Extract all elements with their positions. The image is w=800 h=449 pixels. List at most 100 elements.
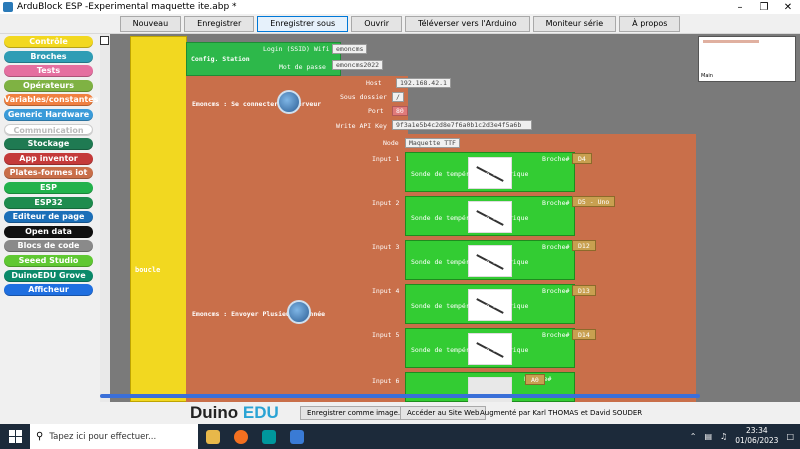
arduino-icon[interactable] xyxy=(262,430,276,444)
serial-monitor-button[interactable]: Moniteur série xyxy=(532,15,617,32)
ssid-label: Login (SSID) Wifi xyxy=(263,45,330,53)
input-3-label: Input 3 xyxy=(372,243,400,251)
apikey-label: Write API Key xyxy=(336,122,387,130)
start-button[interactable] xyxy=(0,424,30,449)
pin-value-5[interactable]: D14 xyxy=(572,329,596,340)
palette-category[interactable]: Plates-formes iot xyxy=(4,167,93,180)
pin-value-6[interactable]: A0 xyxy=(525,374,545,385)
subdir-value[interactable]: / xyxy=(392,92,404,102)
password-value[interactable]: emoncms2022 xyxy=(332,60,384,70)
port-value[interactable]: 80 xyxy=(392,106,408,116)
pin-value-1[interactable]: D4 xyxy=(572,153,592,164)
apikey-value[interactable]: 9f3a1e5b4c2d8e7f6a0b1c2d3e4f5a6b xyxy=(392,120,532,130)
firefox-icon[interactable] xyxy=(234,430,248,444)
notifications-icon[interactable]: □ xyxy=(786,432,794,441)
loop-block[interactable]: boucle xyxy=(130,36,187,402)
horizontal-scrollbar[interactable] xyxy=(100,394,700,398)
palette-category[interactable]: Opérateurs xyxy=(4,79,93,92)
system-tray: ⌃ ▤ ♫ 23:34 01/06/2023 □ xyxy=(690,426,794,446)
search-placeholder: Tapez ici pour effectuer... xyxy=(49,431,157,442)
input-6-label: Input 6 xyxy=(372,377,400,385)
input-1-label: Input 1 xyxy=(372,155,400,163)
taskbar-search[interactable]: ⚲ Tapez ici pour effectuer... xyxy=(30,424,198,449)
palette-category[interactable]: Variables/constantes xyxy=(4,94,98,107)
open-button[interactable]: Ouvrir xyxy=(351,15,403,32)
save-as-image-button[interactable]: Enregistrer comme image... xyxy=(300,406,412,420)
pin-label: Broche# xyxy=(542,243,570,251)
palette-category[interactable]: App inventor xyxy=(4,152,93,165)
minimap-viewport xyxy=(703,40,759,43)
new-button[interactable]: Nouveau xyxy=(119,15,182,32)
pin-label: Broche# xyxy=(542,287,570,295)
maximize-button[interactable]: ❐ xyxy=(752,0,776,14)
palette-category[interactable]: Generic Hardware xyxy=(4,109,93,121)
network-icon[interactable]: ▤ xyxy=(704,432,712,441)
temperature-sensor-block-4[interactable]: Sonde de température numérique Broche# xyxy=(405,284,575,324)
sensor-label: Sonde de température numérique xyxy=(411,302,529,310)
input-5-label: Input 5 xyxy=(372,331,400,339)
palette-category[interactable]: Seeed Studio Grove xyxy=(4,255,93,277)
pin-label: Broche# xyxy=(542,199,570,207)
main-toolbar: Nouveau Enregistrer Enregistrer sous Ouv… xyxy=(0,14,800,34)
pin-value-3[interactable]: D12 xyxy=(572,240,596,251)
file-explorer-icon[interactable] xyxy=(206,430,220,444)
temperature-sensor-block-2[interactable]: Sonde de température numérique Broche# xyxy=(405,196,575,236)
palette-category[interactable]: Open data xyxy=(4,225,93,238)
workspace-canvas[interactable]: boucle Config. Station Login (SSID) Wifi… xyxy=(100,34,800,402)
palette-category[interactable]: Editeur de page web xyxy=(4,211,93,233)
emoncms-gauge-icon xyxy=(277,90,301,114)
palette-category[interactable]: Broches xyxy=(4,50,93,63)
website-button[interactable]: Accéder au Site Web xyxy=(400,406,487,420)
palette-category[interactable]: Blocs de code xyxy=(4,240,93,253)
close-button[interactable]: ✕ xyxy=(776,0,800,14)
workspace-minimap[interactable]: Main xyxy=(698,36,796,82)
photos-icon[interactable] xyxy=(290,430,304,444)
pin-label: Broche# xyxy=(542,331,570,339)
sensor-label: Sonde de température numérique xyxy=(411,258,529,266)
sensor-label: Sonde de température numérique xyxy=(411,214,529,222)
palette-category[interactable]: Tests xyxy=(4,65,93,78)
search-icon: ⚲ xyxy=(36,431,44,442)
palette-category[interactable]: DuinoEDU Grove Add xyxy=(4,269,93,292)
temperature-sensor-block-5[interactable]: Sonde de température numérique Broche# xyxy=(405,328,575,368)
duinoedu-logo: Duino EDU xyxy=(190,403,279,422)
volume-icon[interactable]: ♫ xyxy=(720,432,727,441)
password-label: Mot de passe xyxy=(279,63,326,71)
node-label: Node xyxy=(383,139,399,147)
ssid-value[interactable]: emoncms xyxy=(332,44,368,54)
loop-label: boucle xyxy=(135,266,161,274)
save-button[interactable]: Enregistrer xyxy=(184,15,255,32)
palette-category[interactable]: Contrôle xyxy=(4,36,93,48)
input-2-label: Input 2 xyxy=(372,199,400,207)
chevron-up-icon[interactable]: ⌃ xyxy=(690,432,697,441)
temperature-sensor-block-3[interactable]: Sonde de température numérique Broche# xyxy=(405,240,575,280)
host-value[interactable]: 192.168.42.1 xyxy=(396,78,451,88)
pin-value-2[interactable]: D5 - Uno xyxy=(572,196,616,207)
temperature-sensor-block-1[interactable]: Sonde de température numérique Broche# xyxy=(405,152,575,192)
input-4-label: Input 4 xyxy=(372,287,400,295)
window-titlebar: ArduBlock ESP -Experimental maquette ite… xyxy=(0,0,800,14)
clock[interactable]: 23:34 01/06/2023 xyxy=(735,426,778,446)
node-value[interactable]: Maquette TTF xyxy=(405,138,460,148)
config-title: Config. Station xyxy=(191,55,250,63)
palette-category[interactable]: Communication xyxy=(4,123,93,136)
palette-category[interactable]: ESP xyxy=(4,182,93,194)
block-palette: Contrôle Broches Tests Opérateurs Variables/… xyxy=(0,34,98,402)
clock-date: 01/06/2023 xyxy=(735,436,779,445)
about-button[interactable]: À propos xyxy=(619,15,681,32)
palette-category[interactable]: ESP32 xyxy=(4,196,93,209)
palette-category[interactable]: Stockage xyxy=(4,138,93,151)
sensor-label: Sonde de température numérique xyxy=(411,346,529,354)
palette-category[interactable]: Afficheur xyxy=(4,284,93,297)
connect-title: Emoncms : Se connecter au serveur xyxy=(192,100,322,108)
pin-value-4[interactable]: D13 xyxy=(572,285,596,296)
host-label: Host xyxy=(366,79,382,87)
minimap-label: Main xyxy=(701,73,713,79)
save-as-button[interactable]: Enregistrer sous xyxy=(257,15,349,32)
upload-button[interactable]: Téléverser vers l'Arduino xyxy=(405,15,530,32)
config-station-block[interactable]: Config. Station Login (SSID) Wifi Mot de… xyxy=(186,42,341,76)
collapse-toggle[interactable] xyxy=(100,36,109,45)
app-icon xyxy=(3,2,13,12)
minimize-button[interactable]: – xyxy=(728,0,752,14)
subdir-label: Sous dossier xyxy=(340,93,387,101)
